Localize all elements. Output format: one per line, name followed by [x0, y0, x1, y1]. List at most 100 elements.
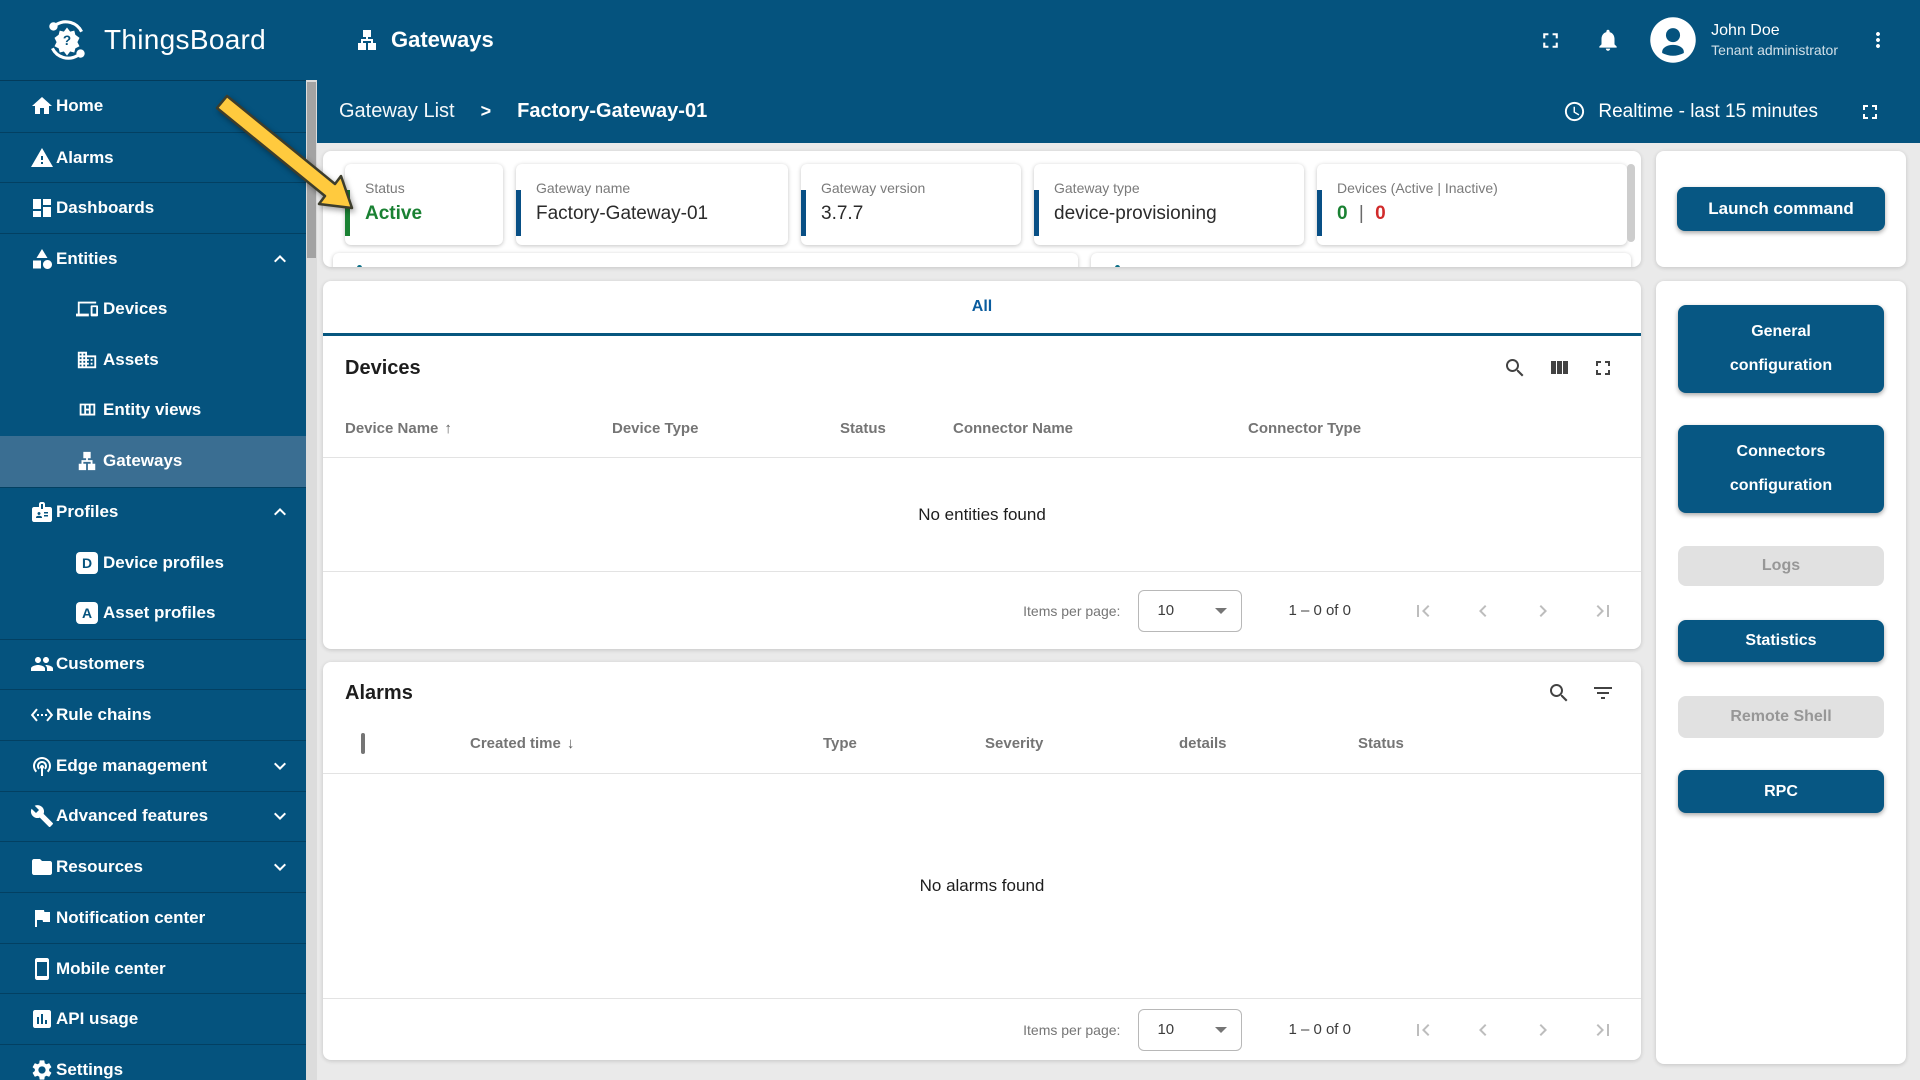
- sidebar-item-home[interactable]: Home: [0, 81, 306, 132]
- alarms-search-button[interactable]: [1547, 681, 1571, 705]
- sidebar-item-customers[interactable]: Customers: [0, 638, 306, 690]
- accent-bar: [1034, 190, 1039, 236]
- breadcrumb-gateway-list[interactable]: Gateway List: [339, 100, 455, 123]
- alarms-pagination-nav: [1411, 1018, 1615, 1042]
- col-connector-type[interactable]: Connector Type: [1248, 420, 1619, 437]
- devices-page-size-select[interactable]: 10: [1138, 589, 1243, 632]
- alarms-filter-button[interactable]: [1591, 681, 1615, 705]
- chevron-left-icon: [1479, 604, 1487, 617]
- people-icon: [30, 652, 54, 676]
- col-severity[interactable]: Severity: [985, 735, 1179, 752]
- fullscreen-icon: [1596, 361, 1610, 375]
- col-details[interactable]: details: [1179, 735, 1358, 752]
- col-connector-name[interactable]: Connector Name: [953, 420, 1248, 437]
- sidebar-item-resources[interactable]: Resources: [0, 841, 306, 892]
- last-page-button[interactable]: [1591, 599, 1615, 623]
- sidebar-item-entities[interactable]: Entities: [0, 233, 306, 284]
- sidebar-item-alarms[interactable]: Alarms: [0, 131, 306, 183]
- breadcrumb-current: Factory-Gateway-01: [517, 100, 708, 122]
- rpc-button[interactable]: RPC: [1678, 770, 1884, 813]
- sidebar-item-rule-chains[interactable]: Rule chains: [0, 689, 306, 740]
- avatar-icon: [1650, 17, 1696, 63]
- sidebar-item-advanced-features[interactable]: Advanced features: [0, 790, 306, 842]
- launch-command-panel: Launch command: [1656, 151, 1906, 267]
- col-status[interactable]: Status: [840, 420, 953, 437]
- home-icon: [30, 94, 54, 118]
- cards-scrollbar-thumb[interactable]: [1627, 164, 1635, 242]
- col-device-name[interactable]: Device Name ↑: [345, 420, 612, 437]
- alarms-page-range: 1 – 0 of 0: [1288, 1021, 1351, 1038]
- smartphone-icon: [30, 957, 54, 981]
- prev-page-button[interactable]: [1471, 1018, 1495, 1042]
- breadcrumb-separator: >: [480, 101, 492, 121]
- caret-down-icon: [1215, 607, 1228, 614]
- active-count: 0: [1337, 203, 1348, 224]
- logs-button[interactable]: Logs: [1678, 546, 1884, 586]
- flag-icon: [30, 906, 54, 930]
- first-page-button[interactable]: [1411, 599, 1435, 623]
- more-menu-button[interactable]: [1866, 28, 1890, 52]
- timewindow-label: Realtime - last 15 minutes: [1598, 100, 1818, 122]
- sidebar-item-dashboards[interactable]: Dashboards: [0, 182, 306, 233]
- gateway-version-value: 3.7.7: [821, 203, 864, 224]
- dashboard-fullscreen-button[interactable]: [1858, 100, 1882, 124]
- inactive-count: 0: [1375, 203, 1386, 224]
- notifications-button[interactable]: [1595, 27, 1621, 53]
- gateway-version-card: Gateway version 3.7.7: [801, 164, 1021, 245]
- gear-icon: [30, 1058, 54, 1080]
- first-page-icon: [1417, 1023, 1430, 1036]
- prev-page-button[interactable]: [1471, 599, 1495, 623]
- select-all-checkbox[interactable]: [361, 733, 365, 754]
- devices-count-value: 0 | 0: [1337, 203, 1627, 225]
- thingsboard-logo[interactable]: ? ThingsBoard: [42, 0, 266, 80]
- fullscreen-button[interactable]: [1538, 28, 1563, 53]
- sidebar-item-notification-center[interactable]: Notification center: [0, 892, 306, 943]
- sidebar-item-devices[interactable]: Devices: [0, 284, 306, 335]
- sidebar-item-entity-views[interactable]: Entity views: [0, 385, 306, 436]
- devices-fullscreen-button[interactable]: [1591, 356, 1615, 380]
- launch-command-button[interactable]: Launch command: [1677, 187, 1885, 231]
- app-name: ThingsBoard: [104, 24, 267, 55]
- devices-search-button[interactable]: [1503, 356, 1527, 380]
- sidebar-item-device-profiles[interactable]: D Device profiles: [0, 537, 306, 588]
- last-page-button[interactable]: [1591, 1018, 1615, 1042]
- breadcrumb-bar: Gateway List > Factory-Gateway-01 Realti…: [317, 80, 1920, 143]
- topbar-controls: John Doe Tenant administrator: [1538, 0, 1890, 80]
- timewindow-button[interactable]: Realtime - last 15 minutes: [1563, 100, 1818, 123]
- items-per-page-label: Items per page:: [1023, 1021, 1121, 1038]
- sidebar-item-asset-profiles[interactable]: A Asset profiles: [0, 588, 306, 639]
- chart-icon: [30, 1007, 54, 1031]
- statistics-button[interactable]: Statistics: [1678, 620, 1884, 662]
- general-configuration-button[interactable]: General configuration: [1678, 305, 1884, 393]
- user-avatar[interactable]: [1647, 14, 1699, 66]
- sidebar-item-api-usage[interactable]: API usage: [0, 993, 306, 1044]
- col-type[interactable]: Type: [823, 735, 985, 752]
- sidebar-scrollbar-track[interactable]: [306, 80, 317, 1080]
- gateway-type-value: device-provisioning: [1054, 203, 1217, 224]
- remote-shell-button[interactable]: Remote Shell: [1678, 696, 1884, 738]
- tab-bar: All: [323, 281, 1641, 336]
- connectors-configuration-button[interactable]: Connectors configuration: [1678, 425, 1884, 513]
- tab-all[interactable]: All: [948, 281, 1016, 333]
- col-device-type[interactable]: Device Type: [612, 420, 840, 437]
- devices-columns-button[interactable]: [1547, 356, 1571, 380]
- sidebar-item-assets[interactable]: Assets: [0, 334, 306, 385]
- devices-title: Devices: [345, 356, 421, 379]
- next-page-button[interactable]: [1531, 1018, 1555, 1042]
- view-columns-icon: [1551, 361, 1568, 374]
- partial-card: [333, 253, 1078, 267]
- first-page-button[interactable]: [1411, 1018, 1435, 1042]
- sidebar-item-settings[interactable]: Settings: [0, 1044, 306, 1080]
- next-page-button[interactable]: [1531, 599, 1555, 623]
- sidebar-scrollbar-thumb[interactable]: [307, 82, 316, 258]
- devices-page-range: 1 – 0 of 0: [1288, 602, 1351, 619]
- alarms-page-size-select[interactable]: 10: [1138, 1008, 1243, 1051]
- col-alarm-status[interactable]: Status: [1358, 735, 1619, 752]
- sidebar-item-mobile-center[interactable]: Mobile center: [0, 942, 306, 994]
- chevron-right-icon: [1539, 604, 1547, 617]
- sidebar-item-profiles[interactable]: Profiles: [0, 486, 306, 538]
- sidebar-item-edge-management[interactable]: Edge management: [0, 739, 306, 791]
- col-created-time[interactable]: Created time ↓: [470, 735, 823, 752]
- sidebar-item-gateways[interactable]: Gateways: [0, 435, 306, 487]
- devices-icon: [76, 298, 98, 320]
